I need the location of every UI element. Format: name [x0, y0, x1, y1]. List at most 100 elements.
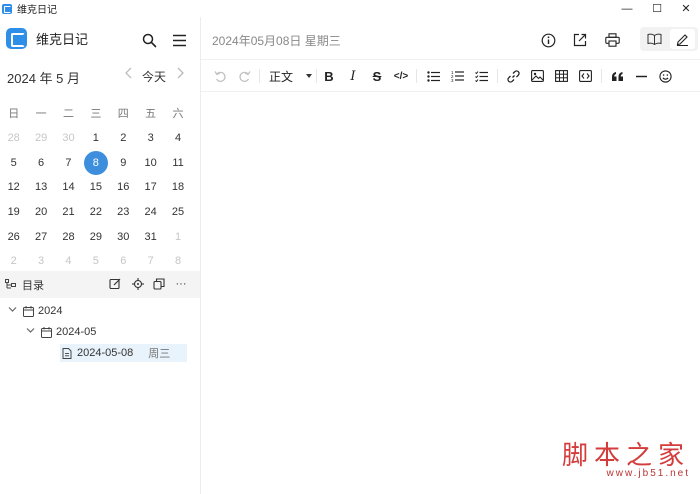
calendar-day[interactable]: 20	[27, 206, 54, 218]
emoji-button[interactable]	[657, 67, 673, 85]
calendar-day[interactable]: 3	[137, 132, 164, 144]
calendar-day-selected[interactable]: 8	[82, 150, 109, 175]
tree-node-month[interactable]: 2024-05	[26, 323, 96, 341]
calendar-day[interactable]: 6	[27, 157, 54, 169]
collapse-all-button[interactable]	[151, 276, 167, 292]
edit-mode-button[interactable]	[670, 29, 695, 49]
calendar-day[interactable]: 3	[27, 255, 54, 267]
watermark-text: 脚本之家	[561, 441, 690, 471]
calendar-day[interactable]: 19	[0, 206, 27, 218]
table-icon	[554, 70, 568, 82]
calendar-day[interactable]: 2	[110, 132, 137, 144]
pencil-icon	[676, 33, 688, 46]
next-month-button[interactable]	[175, 67, 185, 82]
heading-style-select[interactable]: 正文	[269, 67, 313, 85]
horizontal-rule-button[interactable]	[633, 67, 649, 85]
calendar-week-row: 5 6 7 8 9 10 11	[0, 150, 192, 175]
toolbar-divider	[497, 69, 498, 83]
calendar-day[interactable]: 5	[0, 157, 27, 169]
more-button[interactable]: ···	[173, 276, 189, 292]
code-block-icon	[578, 70, 592, 82]
tree-node-entry[interactable]: 2024-05-08 周三	[60, 344, 187, 362]
calendar-day[interactable]: 6	[110, 255, 137, 267]
calendar-day[interactable]: 5	[82, 255, 109, 267]
calendar-day[interactable]: 7	[55, 157, 82, 169]
emoji-icon	[658, 69, 672, 83]
italic-button[interactable]: I	[345, 67, 361, 85]
image-button[interactable]	[529, 67, 545, 85]
prev-month-button[interactable]	[124, 67, 134, 82]
editor-content[interactable]	[201, 93, 700, 494]
info-button[interactable]	[537, 29, 559, 51]
locate-button[interactable]	[130, 276, 146, 292]
calendar-day[interactable]: 31	[137, 231, 164, 243]
table-button[interactable]	[553, 67, 569, 85]
code-block-button[interactable]	[577, 67, 593, 85]
search-button[interactable]	[139, 30, 159, 50]
new-entry-button[interactable]	[107, 276, 123, 292]
toolbar-divider	[601, 69, 602, 83]
calendar-day[interactable]: 21	[55, 206, 82, 218]
inline-code-button[interactable]: </>	[393, 67, 409, 85]
export-button[interactable]	[569, 29, 591, 51]
redo-button[interactable]	[236, 67, 252, 85]
calendar-day[interactable]: 4	[55, 255, 82, 267]
calendar-day[interactable]: 30	[55, 132, 82, 144]
weekday-thu: 四	[117, 108, 129, 121]
calendar-day[interactable]: 9	[110, 157, 137, 169]
strikethrough-button[interactable]: S	[369, 67, 385, 85]
calendar-day[interactable]: 27	[27, 231, 54, 243]
tree-entry-date: 2024-05-08	[77, 347, 134, 359]
toolbar-divider	[259, 69, 260, 83]
link-button[interactable]	[505, 67, 521, 85]
calendar-day[interactable]: 23	[110, 206, 137, 218]
calendar-day[interactable]: 1	[164, 231, 191, 243]
calendar-day[interactable]: 2	[0, 255, 27, 267]
calendar-day[interactable]: 10	[137, 157, 164, 169]
close-button[interactable]: ✕	[672, 0, 700, 17]
calendar-day[interactable]: 24	[137, 206, 164, 218]
print-button[interactable]	[601, 29, 623, 51]
calendar-day[interactable]: 18	[164, 181, 191, 193]
calendar-day[interactable]: 13	[27, 181, 54, 193]
today-button[interactable]: 今天	[142, 68, 166, 85]
horizontal-rule-icon	[635, 75, 647, 77]
calendar-day[interactable]: 4	[164, 132, 191, 144]
calendar-day[interactable]: 29	[82, 231, 109, 243]
locate-icon	[132, 278, 144, 290]
calendar-day[interactable]: 17	[137, 181, 164, 193]
tree-node-year[interactable]: 2024	[8, 302, 62, 320]
read-mode-button[interactable]	[642, 29, 667, 49]
calendar-day[interactable]: 30	[110, 231, 137, 243]
calendar-day[interactable]: 15	[82, 181, 109, 193]
bold-button[interactable]: B	[321, 67, 337, 85]
view-mode-toggle	[640, 27, 698, 51]
calendar-day[interactable]: 11	[164, 157, 191, 169]
calendar-day[interactable]: 28	[55, 231, 82, 243]
maximize-button[interactable]: ☐	[643, 0, 671, 17]
info-icon	[541, 33, 555, 47]
calendar-day[interactable]: 29	[27, 132, 54, 144]
bullet-list-button[interactable]	[425, 67, 441, 85]
calendar-day[interactable]: 14	[55, 181, 82, 193]
calendar-day[interactable]: 8	[164, 255, 191, 267]
menu-button[interactable]	[169, 30, 189, 50]
minimize-button[interactable]: —	[613, 0, 641, 17]
numbered-list-button[interactable]: 1 2 3	[449, 67, 465, 85]
link-icon	[506, 69, 520, 83]
tree-entry-weekday: 周三	[148, 348, 171, 360]
undo-button[interactable]	[212, 67, 228, 85]
calendar-day[interactable]: 28	[0, 132, 27, 144]
task-list-button[interactable]	[473, 67, 489, 85]
tree-icon	[5, 279, 16, 289]
quote-button[interactable]	[609, 67, 625, 85]
app-logo-icon	[2, 3, 12, 14]
calendar-day[interactable]: 26	[0, 231, 27, 243]
calendar-day[interactable]: 12	[0, 181, 27, 193]
calendar-day[interactable]: 1	[82, 132, 109, 144]
calendar-day[interactable]: 22	[82, 206, 109, 218]
calendar-day[interactable]: 16	[110, 181, 137, 193]
bullet-list-icon	[426, 70, 440, 82]
calendar-day[interactable]: 25	[164, 206, 191, 218]
calendar-day[interactable]: 7	[137, 255, 164, 267]
